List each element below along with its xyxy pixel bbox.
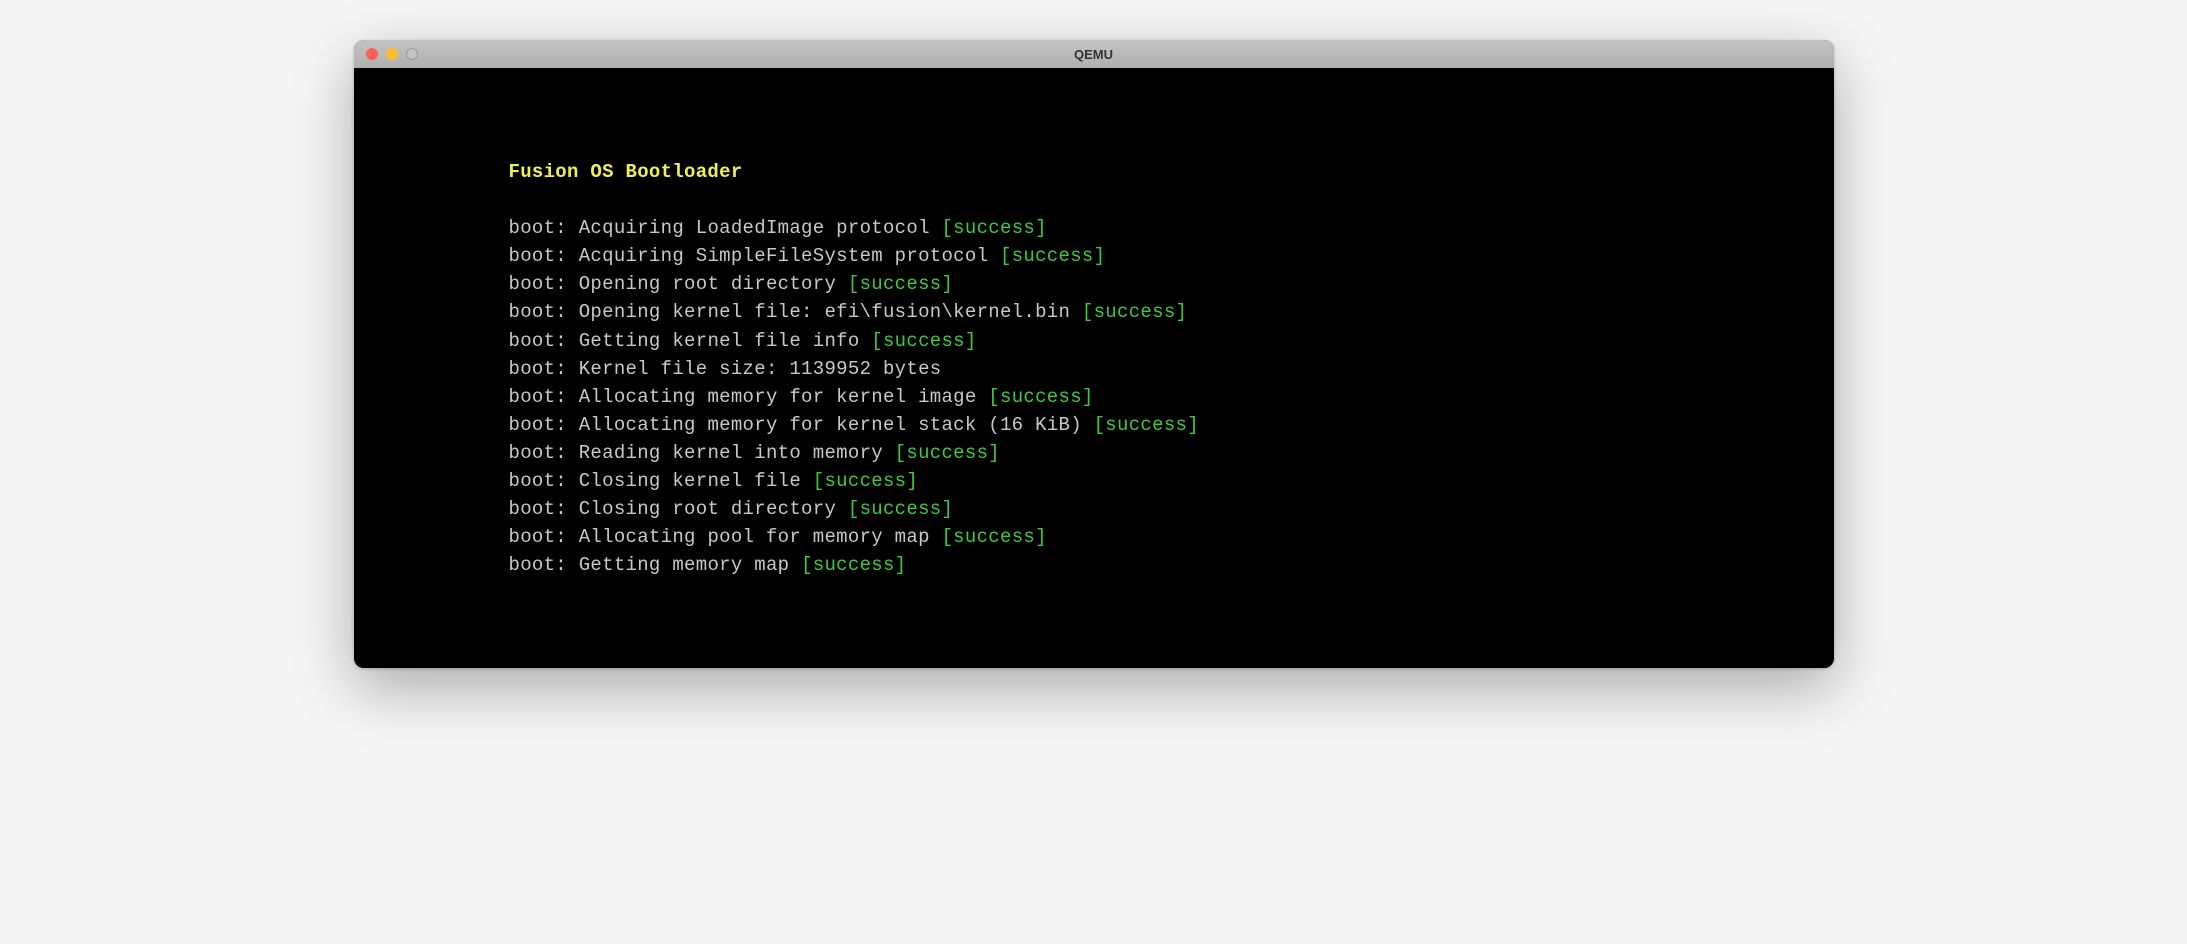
traffic-lights	[366, 48, 418, 60]
qemu-window: QEMU Fusion OS Bootloader boot: Acquirin…	[354, 40, 1834, 668]
minimize-button[interactable]	[386, 48, 398, 60]
log-message: Kernel file size: 1139952 bytes	[579, 358, 942, 380]
log-line: boot: Kernel file size: 1139952 bytes	[509, 355, 1834, 383]
log-status: [success]	[1094, 414, 1199, 436]
log-status: [success]	[848, 498, 953, 520]
log-status: [success]	[988, 386, 1093, 408]
log-line: boot: Allocating pool for memory map [su…	[509, 523, 1834, 551]
log-message: Acquiring SimpleFileSystem protocol	[579, 245, 1000, 267]
log-prefix: boot:	[509, 386, 579, 408]
log-prefix: boot:	[509, 414, 579, 436]
terminal-output: Fusion OS Bootloader boot: Acquiring Loa…	[354, 68, 1834, 668]
log-message: Getting memory map	[579, 554, 801, 576]
log-prefix: boot:	[509, 554, 579, 576]
log-message: Closing kernel file	[579, 470, 813, 492]
close-button[interactable]	[366, 48, 378, 60]
log-message: Closing root directory	[579, 498, 848, 520]
log-line: boot: Closing root directory [success]	[509, 495, 1834, 523]
log-prefix: boot:	[509, 358, 579, 380]
log-prefix: boot:	[509, 442, 579, 464]
log-prefix: boot:	[509, 330, 579, 352]
log-status: [success]	[941, 217, 1046, 239]
log-line: boot: Acquiring LoadedImage protocol [su…	[509, 214, 1834, 242]
log-message: Acquiring LoadedImage protocol	[579, 217, 942, 239]
bootloader-heading: Fusion OS Bootloader	[509, 158, 1834, 186]
log-line: boot: Getting memory map [success]	[509, 551, 1834, 579]
log-status: [success]	[801, 554, 906, 576]
log-prefix: boot:	[509, 217, 579, 239]
log-status: [success]	[1082, 301, 1187, 323]
log-message: Reading kernel into memory	[579, 442, 895, 464]
log-message: Getting kernel file info	[579, 330, 872, 352]
maximize-button[interactable]	[406, 48, 418, 60]
log-line: boot: Opening root directory [success]	[509, 270, 1834, 298]
log-status: [success]	[848, 273, 953, 295]
log-message: Opening kernel file: efi\fusion\kernel.b…	[579, 301, 1082, 323]
log-prefix: boot:	[509, 273, 579, 295]
log-line: boot: Closing kernel file [success]	[509, 467, 1834, 495]
log-lines: boot: Acquiring LoadedImage protocol [su…	[509, 214, 1834, 579]
log-status: [success]	[941, 526, 1046, 548]
log-line: boot: Reading kernel into memory [succes…	[509, 439, 1834, 467]
log-status: [success]	[813, 470, 918, 492]
log-prefix: boot:	[509, 526, 579, 548]
window-title: QEMU	[366, 47, 1822, 62]
log-line: boot: Allocating memory for kernel stack…	[509, 411, 1834, 439]
log-prefix: boot:	[509, 245, 579, 267]
log-status: [success]	[895, 442, 1000, 464]
log-line: boot: Getting kernel file info [success]	[509, 327, 1834, 355]
log-line: boot: Allocating memory for kernel image…	[509, 383, 1834, 411]
log-status: [success]	[871, 330, 976, 352]
log-message: Allocating memory for kernel image	[579, 386, 989, 408]
log-message: Allocating memory for kernel stack (16 K…	[579, 414, 1094, 436]
log-prefix: boot:	[509, 498, 579, 520]
log-line: boot: Acquiring SimpleFileSystem protoco…	[509, 242, 1834, 270]
titlebar[interactable]: QEMU	[354, 40, 1834, 68]
log-message: Opening root directory	[579, 273, 848, 295]
log-prefix: boot:	[509, 470, 579, 492]
log-prefix: boot:	[509, 301, 579, 323]
log-line: boot: Opening kernel file: efi\fusion\ke…	[509, 298, 1834, 326]
log-message: Allocating pool for memory map	[579, 526, 942, 548]
log-status: [success]	[1000, 245, 1105, 267]
